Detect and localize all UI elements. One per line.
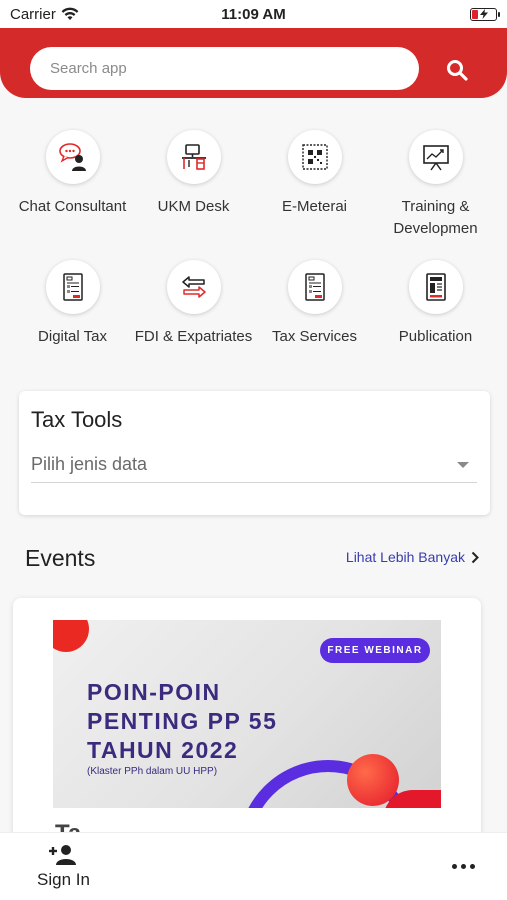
app-tax-services[interactable]: Tax Services: [254, 260, 375, 376]
banner-decor-ball: [347, 754, 399, 806]
see-more-link[interactable]: Lihat Lebih Banyak: [346, 549, 479, 565]
app-label: E-Meterai: [281, 198, 348, 215]
search-icon: [447, 60, 468, 81]
banner-subtitle: (Klaster PPh dalam UU HPP): [87, 766, 218, 777]
app-training-development[interactable]: Training & Developmen: [375, 130, 496, 246]
chevron-right-icon: [471, 551, 479, 563]
app-icon-circle: [287, 260, 342, 314]
tax-select-value: Pilih jenis data: [31, 454, 148, 474]
status-left: Carrier: [10, 6, 79, 23]
banner-headline: POIN-POIN PENTING PP 55 TAHUN 2022: [87, 679, 278, 763]
app-grid: Chat Consultant UKM Desk E-Meterai Train…: [12, 130, 496, 376]
presentation-chart-icon: [422, 145, 449, 171]
add-user-icon: [49, 845, 77, 865]
event-card[interactable]: FREE WEBINAR POIN-POIN PENTING PP 55 TAH…: [13, 598, 481, 838]
webinar-badge: FREE WEBINAR: [320, 638, 430, 663]
events-title: Events: [25, 545, 96, 571]
newspaper-icon: [425, 273, 446, 301]
app-label: Training & Developmen: [393, 198, 478, 237]
bottom-bar: Sign In: [0, 832, 507, 900]
exchange-arrows-icon: [181, 276, 206, 298]
app-label: FDI & Expatriates: [134, 328, 253, 345]
app-label: Digital Tax: [38, 328, 107, 345]
more-dot: [470, 863, 475, 869]
sign-in-button[interactable]: Sign In: [37, 843, 90, 890]
stamp-qr-icon: [301, 144, 328, 170]
app-fdi-expatriates[interactable]: FDI & Expatriates: [133, 260, 254, 376]
see-more-label: Lihat Lebih Banyak: [345, 549, 465, 565]
charging-bolt-icon: [479, 9, 488, 19]
tax-tools-card: Tax Tools Pilih jenis data: [19, 391, 490, 515]
event-banner-image: FREE WEBINAR POIN-POIN PENTING PP 55 TAH…: [53, 620, 441, 808]
status-bar: Carrier 11:09 AM: [0, 0, 507, 28]
status-time: 11:09 AM: [221, 5, 286, 23]
carrier-label: Carrier: [10, 5, 56, 23]
app-publication[interactable]: Publication: [375, 260, 496, 376]
tax-data-type-select[interactable]: Pilih jenis data: [31, 447, 477, 483]
sign-in-label: Sign In: [37, 870, 90, 889]
more-dot: [452, 863, 457, 869]
battery-level: [472, 9, 478, 19]
app-label: Chat Consultant: [18, 198, 127, 215]
banner-decor-circle: [53, 620, 89, 652]
search-button[interactable]: [440, 53, 474, 87]
desk-icon: [181, 144, 206, 170]
app-icon-circle: [166, 130, 221, 184]
app-icon-circle: [408, 130, 463, 184]
app-icon-circle: [166, 260, 221, 314]
chat-consultant-icon: [58, 143, 86, 171]
app-icon-circle: [45, 130, 100, 184]
more-dot: [461, 863, 466, 869]
more-options-button[interactable]: [452, 861, 478, 871]
app-e-meterai[interactable]: E-Meterai: [254, 130, 375, 246]
battery-icon: [470, 7, 500, 21]
app-icon-circle: [287, 130, 342, 184]
app-digital-tax[interactable]: Digital Tax: [12, 260, 133, 376]
wifi-icon: [61, 7, 79, 20]
tax-document-icon: [304, 273, 325, 301]
app-header: [0, 28, 507, 98]
tax-document-icon: [62, 273, 83, 301]
caret-down-icon: [457, 461, 469, 468]
app-ukm-desk[interactable]: UKM Desk: [133, 130, 254, 246]
search-input[interactable]: [30, 47, 419, 90]
app-icon-circle: [408, 260, 463, 314]
app-label: UKM Desk: [157, 198, 230, 215]
app-chat-consultant[interactable]: Chat Consultant: [12, 130, 133, 246]
tax-tools-title: Tax Tools: [31, 407, 123, 432]
app-label: Publication: [398, 328, 473, 345]
app-label: Tax Services: [271, 328, 358, 345]
app-icon-circle: [45, 260, 100, 314]
